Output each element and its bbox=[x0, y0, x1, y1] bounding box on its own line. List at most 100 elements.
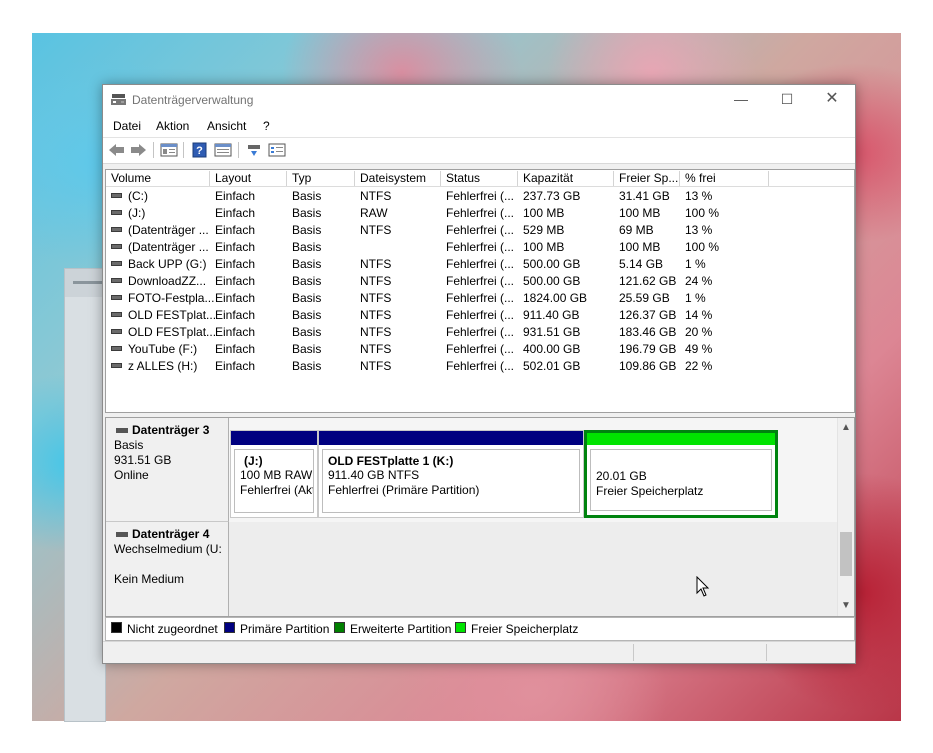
legend-bar: Nicht zugeordnet Primäre Partition Erwei… bbox=[105, 617, 855, 641]
table-row[interactable]: Back UPP (G:) Einfach Basis NTFS Fehlerf… bbox=[106, 255, 854, 272]
col-volume[interactable]: Volume bbox=[106, 171, 210, 186]
partition-k[interactable]: OLD FESTplatte 1 (K:) 911.40 GB NTFS Feh… bbox=[318, 430, 584, 518]
legend-extended: Erweiterte Partition bbox=[350, 622, 452, 636]
drive-icon bbox=[111, 312, 122, 317]
legend-swatch-free bbox=[455, 622, 466, 633]
cell-prozent-frei: 13 % bbox=[685, 189, 713, 203]
cell-dateisystem: NTFS bbox=[360, 359, 392, 373]
cell-kapazitaet: 529 MB bbox=[523, 223, 565, 237]
settings-icon[interactable] bbox=[268, 142, 286, 158]
forward-arrow-icon[interactable] bbox=[129, 142, 147, 158]
menu-help[interactable]: ? bbox=[263, 119, 270, 133]
partition-j[interactable]: (J:) 100 MB RAW Fehlerfrei (Akt bbox=[230, 430, 318, 518]
cell-volume: (C:) bbox=[128, 189, 148, 203]
table-row[interactable]: FOTO-Festpla... Einfach Basis NTFS Fehle… bbox=[106, 289, 854, 306]
maximize-button[interactable]: ☐ bbox=[764, 85, 810, 115]
window-title: Datenträgerverwaltung bbox=[132, 93, 254, 107]
menu-aktion[interactable]: Aktion bbox=[156, 119, 189, 133]
cell-kapazitaet: 1824.00 GB bbox=[523, 291, 588, 305]
cell-volume: YouTube (F:) bbox=[128, 342, 198, 356]
col-status[interactable]: Status bbox=[441, 171, 518, 186]
cell-freier-speicher: 109.86 GB bbox=[619, 359, 677, 373]
rescan-icon[interactable] bbox=[245, 142, 263, 158]
background-window[interactable] bbox=[64, 268, 106, 722]
cell-kapazitaet: 911.40 GB bbox=[523, 308, 580, 322]
disk-view-scrollbar[interactable]: ▲ ▼ bbox=[837, 418, 854, 616]
partition-j-bar bbox=[231, 431, 317, 445]
col-prozent-frei[interactable]: % frei bbox=[680, 171, 769, 186]
cell-typ: Basis bbox=[292, 274, 322, 288]
col-typ[interactable]: Typ bbox=[287, 171, 355, 186]
disk4-empty-area[interactable] bbox=[229, 522, 838, 616]
disk4-label[interactable]: Datenträger 4 Wechselmedium (U: Kein Med… bbox=[106, 522, 229, 616]
disk-management-app-icon bbox=[111, 94, 126, 105]
cell-layout: Einfach bbox=[215, 342, 256, 356]
close-button[interactable]: ✕ bbox=[809, 85, 855, 115]
cell-dateisystem: NTFS bbox=[360, 308, 392, 322]
cell-typ: Basis bbox=[292, 223, 322, 237]
legend-unallocated: Nicht zugeordnet bbox=[127, 622, 218, 636]
cell-layout: Einfach bbox=[215, 359, 256, 373]
col-layout[interactable]: Layout bbox=[210, 171, 287, 186]
cell-prozent-frei: 1 % bbox=[685, 257, 706, 271]
cell-kapazitaet: 500.00 GB bbox=[523, 257, 581, 271]
disk-icon bbox=[116, 532, 128, 537]
cell-status: Fehlerfrei (... bbox=[446, 342, 515, 356]
table-row[interactable]: OLD FESTplat... Einfach Basis NTFS Fehle… bbox=[106, 323, 854, 340]
table-row[interactable]: (C:) Einfach Basis NTFS Fehlerfrei (... … bbox=[106, 187, 854, 204]
cell-freier-speicher: 100 MB bbox=[619, 240, 661, 254]
table-row[interactable]: z ALLES (H:) Einfach Basis NTFS Fehlerfr… bbox=[106, 357, 854, 374]
cell-status: Fehlerfrei (... bbox=[446, 308, 515, 322]
free-space-bar bbox=[587, 433, 775, 445]
table-row[interactable]: YouTube (F:) Einfach Basis NTFS Fehlerfr… bbox=[106, 340, 854, 357]
legend-swatch-unallocated bbox=[111, 622, 122, 633]
cell-freier-speicher: 100 MB bbox=[619, 206, 661, 220]
minimize-button[interactable]: — bbox=[718, 85, 764, 115]
table-row[interactable]: (Datenträger ... Einfach Basis NTFS Fehl… bbox=[106, 221, 854, 238]
unallocated-free-space[interactable]: 20.01 GB Freier Speicherplatz bbox=[584, 430, 778, 518]
table-row[interactable]: OLD FESTplat... Einfach Basis NTFS Fehle… bbox=[106, 306, 854, 323]
table-row[interactable]: (Datenträger ... Einfach Basis Fehlerfre… bbox=[106, 238, 854, 255]
list-view-icon[interactable] bbox=[214, 142, 232, 158]
menu-ansicht[interactable]: Ansicht bbox=[207, 119, 246, 133]
scroll-down-icon[interactable]: ▼ bbox=[841, 600, 851, 611]
cell-layout: Einfach bbox=[215, 291, 256, 305]
scroll-thumb[interactable] bbox=[840, 532, 852, 576]
toolbar-separator bbox=[153, 142, 154, 158]
menu-datei[interactable]: Datei bbox=[113, 119, 141, 133]
cell-freier-speicher: 183.46 GB bbox=[619, 325, 677, 339]
back-arrow-icon[interactable] bbox=[108, 142, 126, 158]
cell-freier-speicher: 196.79 GB bbox=[619, 342, 677, 356]
cell-volume: FOTO-Festpla... bbox=[128, 291, 215, 305]
cell-status: Fehlerfrei (... bbox=[446, 223, 515, 237]
drive-icon bbox=[111, 329, 122, 334]
cell-prozent-frei: 20 % bbox=[685, 325, 713, 339]
properties-view-icon[interactable] bbox=[160, 142, 178, 158]
cell-dateisystem: RAW bbox=[360, 206, 388, 220]
mouse-cursor-icon bbox=[696, 576, 710, 597]
col-freier-speicher[interactable]: Freier Sp... bbox=[614, 171, 680, 186]
volume-list[interactable]: Volume Layout Typ Dateisystem Status Kap… bbox=[105, 169, 855, 413]
table-row[interactable]: DownloadZZ... Einfach Basis NTFS Fehlerf… bbox=[106, 272, 854, 289]
title-bar[interactable]: Datenträgerverwaltung — ☐ ✕ bbox=[103, 85, 855, 115]
scroll-up-icon[interactable]: ▲ bbox=[841, 422, 851, 433]
col-kapazitaet[interactable]: Kapazität bbox=[518, 171, 614, 186]
table-row[interactable]: (J:) Einfach Basis RAW Fehlerfrei (... 1… bbox=[106, 204, 854, 221]
cell-typ: Basis bbox=[292, 206, 322, 220]
cell-freier-speicher: 31.41 GB bbox=[619, 189, 670, 203]
cell-freier-speicher: 5.14 GB bbox=[619, 257, 664, 271]
status-divider bbox=[633, 644, 634, 661]
cell-typ: Basis bbox=[292, 257, 322, 271]
cell-kapazitaet: 100 MB bbox=[523, 240, 565, 254]
cell-prozent-frei: 100 % bbox=[685, 206, 720, 220]
legend-primary: Primäre Partition bbox=[240, 622, 330, 636]
cell-layout: Einfach bbox=[215, 189, 256, 203]
drive-icon bbox=[111, 244, 122, 249]
cell-status: Fehlerfrei (... bbox=[446, 291, 515, 305]
cell-kapazitaet: 100 MB bbox=[523, 206, 565, 220]
col-dateisystem[interactable]: Dateisystem bbox=[355, 171, 441, 186]
partition-j-status: Fehlerfrei (Akt bbox=[240, 483, 314, 497]
disk3-label[interactable]: Datenträger 3 Basis 931.51 GB Online bbox=[106, 418, 229, 522]
cell-freier-speicher: 126.37 GB bbox=[619, 308, 677, 322]
help-icon[interactable]: ? bbox=[191, 142, 209, 158]
